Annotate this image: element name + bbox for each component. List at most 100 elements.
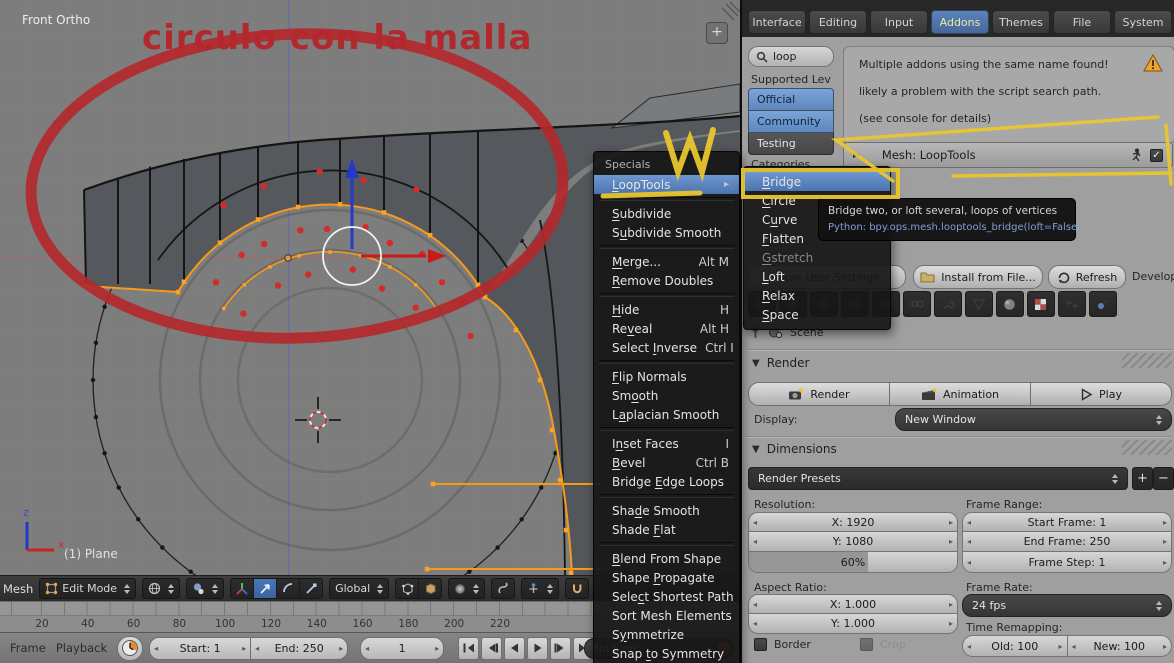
resolution-y-field[interactable]: ◂ Y: 1080 ▸ — [748, 532, 958, 552]
viewport-shading-selector[interactable] — [142, 578, 181, 599]
play-button[interactable]: Play — [1031, 382, 1172, 406]
menu-item-space[interactable]: Space — [744, 305, 890, 324]
frame-rate-dropdown[interactable]: 24 fps — [962, 594, 1172, 617]
pivot-center-selector[interactable] — [186, 578, 225, 599]
render-panel-header[interactable]: ▼ Render — [752, 356, 809, 370]
snap-selector[interactable] — [521, 578, 560, 599]
animation-button[interactable]: Animation — [890, 382, 1031, 406]
playback-menu[interactable]: Playback — [56, 641, 107, 655]
modifiers-icon[interactable] — [934, 291, 962, 317]
jump-start-button[interactable] — [458, 636, 480, 660]
menu-item-select-inverse[interactable]: Select Inverse Ctrl I — [594, 338, 739, 357]
next-keyframe-button[interactable] — [550, 636, 572, 660]
panel-collapse-icon[interactable]: ▼ — [752, 444, 760, 455]
menu-item-subdivide[interactable]: Subdivide — [594, 204, 739, 223]
crop-checkbox[interactable]: ✓ — [860, 638, 873, 651]
menu-item-loft[interactable]: Loft — [744, 267, 890, 286]
remove-preset-button[interactable]: − — [1153, 467, 1174, 490]
material-icon[interactable] — [996, 291, 1024, 317]
filter-official[interactable]: Official — [748, 88, 834, 111]
tab-system[interactable]: System — [1114, 10, 1172, 34]
manipulator-axis-icon[interactable] — [231, 579, 255, 598]
frame-menu[interactable]: Frame — [10, 641, 46, 655]
remap-old-field[interactable]: ◂ Old: 100 ▸ — [962, 635, 1068, 657]
addon-search-field[interactable]: loop — [748, 46, 834, 67]
menu-item-blend-from-shape[interactable]: Blend From Shape — [594, 549, 739, 568]
rotate-manipulator-icon[interactable] — [277, 579, 301, 598]
menu-item-merge[interactable]: Merge... Alt M — [594, 252, 739, 271]
display-dropdown[interactable]: New Window — [895, 408, 1172, 431]
addon-list-row[interactable]: ▶ Mesh: LoopTools ✓ — [843, 142, 1173, 168]
proportional-edit-icon[interactable] — [491, 578, 516, 599]
translate-manipulator-icon[interactable] — [254, 579, 278, 598]
tab-input[interactable]: Input — [870, 10, 928, 34]
menu-item-hide[interactable]: Hide H — [594, 300, 739, 319]
magnet-snap-icon[interactable] — [565, 578, 590, 599]
scale-manipulator-icon[interactable] — [300, 579, 323, 598]
menu-item-shape-propagate[interactable]: Shape Propagate — [594, 568, 739, 587]
frame-step-field[interactable]: ◂ Frame Step: 1 ▸ — [962, 552, 1172, 573]
tab-themes[interactable]: Themes — [992, 10, 1050, 34]
end-frame-field[interactable]: ◂ End: 250 ▸ — [251, 636, 349, 660]
menu-item-symmetrize[interactable]: Symmetrize — [594, 625, 739, 644]
resolution-percent-slider[interactable]: 60% — [748, 552, 958, 573]
menu-item-inset-faces[interactable]: Inset Faces I — [594, 434, 739, 453]
menu-item-subdivide-smooth[interactable]: Subdivide Smooth — [594, 223, 739, 242]
panel-drag-hatch[interactable] — [1122, 353, 1172, 368]
menu-item-bridge[interactable]: Bridge — [744, 172, 890, 191]
play-reverse-button[interactable] — [504, 636, 526, 660]
vertex-select-icon[interactable] — [396, 579, 420, 598]
tab-addons[interactable]: Addons — [931, 10, 989, 34]
menu-item-select-shortest-path[interactable]: Select Shortest Path — [594, 587, 739, 606]
expand-properties-region-button[interactable]: + — [706, 22, 728, 44]
menu-item-shade-flat[interactable]: Shade Flat — [594, 520, 739, 539]
menu-item-snap-to-symmetry[interactable]: Snap to Symmetry — [594, 644, 739, 663]
aspect-y-field[interactable]: ◂ Y: 1.000 ▸ — [748, 614, 958, 634]
menu-item-reveal[interactable]: Reveal Alt H — [594, 319, 739, 338]
dimensions-panel-header[interactable]: ▼ Dimensions — [752, 442, 837, 456]
panel-collapse-icon[interactable]: ▼ — [752, 358, 760, 369]
refresh-button[interactable]: Refresh — [1048, 265, 1126, 289]
menu-item-bridge-edge-loops[interactable]: Bridge Edge Loops — [594, 472, 739, 491]
menu-item-relax[interactable]: Relax — [744, 286, 890, 305]
constraints-icon[interactable] — [903, 291, 931, 317]
start-frame-field[interactable]: ◂ Start: 1 ▸ — [149, 636, 252, 660]
resolution-x-field[interactable]: ◂ X: 1920 ▸ — [748, 512, 958, 532]
menu-item-gstretch[interactable]: Gstretch — [744, 248, 890, 267]
render-button[interactable]: Render — [748, 382, 890, 406]
aspect-x-field[interactable]: ◂ X: 1.000 ▸ — [748, 594, 958, 614]
tab-interface[interactable]: Interface — [748, 10, 806, 34]
remap-new-field[interactable]: ◂ New: 100 ▸ — [1067, 635, 1172, 657]
menu-item-smooth[interactable]: Smooth — [594, 386, 739, 405]
tab-editing[interactable]: Editing — [809, 10, 867, 34]
addon-enable-checkbox[interactable]: ✓ — [1150, 148, 1163, 162]
transform-orientation-selector[interactable]: Global — [329, 578, 390, 599]
expand-triangle-icon[interactable]: ▶ — [853, 150, 860, 160]
mesh-menu[interactable]: Mesh — [3, 582, 33, 596]
border-checkbox[interactable]: ✓ — [754, 638, 767, 651]
add-preset-button[interactable]: + — [1132, 467, 1153, 490]
panel-drag-hatch[interactable] — [1122, 440, 1172, 455]
object-data-icon[interactable] — [965, 291, 993, 317]
tab-file[interactable]: File — [1053, 10, 1111, 34]
render-presets-dropdown[interactable]: Render Presets — [748, 467, 1128, 490]
menu-item-looptools[interactable]: LoopTools ▸ — [594, 175, 739, 194]
menu-item-sort-mesh-elements[interactable]: Sort Mesh Elements — [594, 606, 739, 625]
mode-selector[interactable]: Edit Mode — [39, 578, 137, 599]
menu-item-laplacian-smooth[interactable]: Laplacian Smooth — [594, 405, 739, 424]
menu-item-flip-normals[interactable]: Flip Normals — [594, 367, 739, 386]
menu-item-bevel[interactable]: Bevel Ctrl B — [594, 453, 739, 472]
filter-community[interactable]: Community — [748, 111, 834, 133]
particles-icon[interactable] — [1058, 291, 1086, 317]
texture-icon[interactable] — [1027, 291, 1055, 317]
menu-item-shade-smooth[interactable]: Shade Smooth — [594, 501, 739, 520]
time-settings-button[interactable] — [117, 635, 144, 661]
end-frame-field[interactable]: ◂ End Frame: 250 ▸ — [962, 532, 1172, 552]
filter-testing[interactable]: Testing — [748, 133, 834, 155]
install-from-file-button[interactable]: Install from File... — [913, 265, 1043, 289]
current-frame-field[interactable]: ◂ 1 ▸ — [360, 636, 445, 660]
start-frame-field[interactable]: ◂ Start Frame: 1 ▸ — [962, 512, 1172, 532]
menu-item-remove-doubles[interactable]: Remove Doubles — [594, 271, 739, 290]
limit-selection-selector[interactable] — [448, 578, 486, 599]
face-select-icon[interactable] — [419, 579, 442, 598]
